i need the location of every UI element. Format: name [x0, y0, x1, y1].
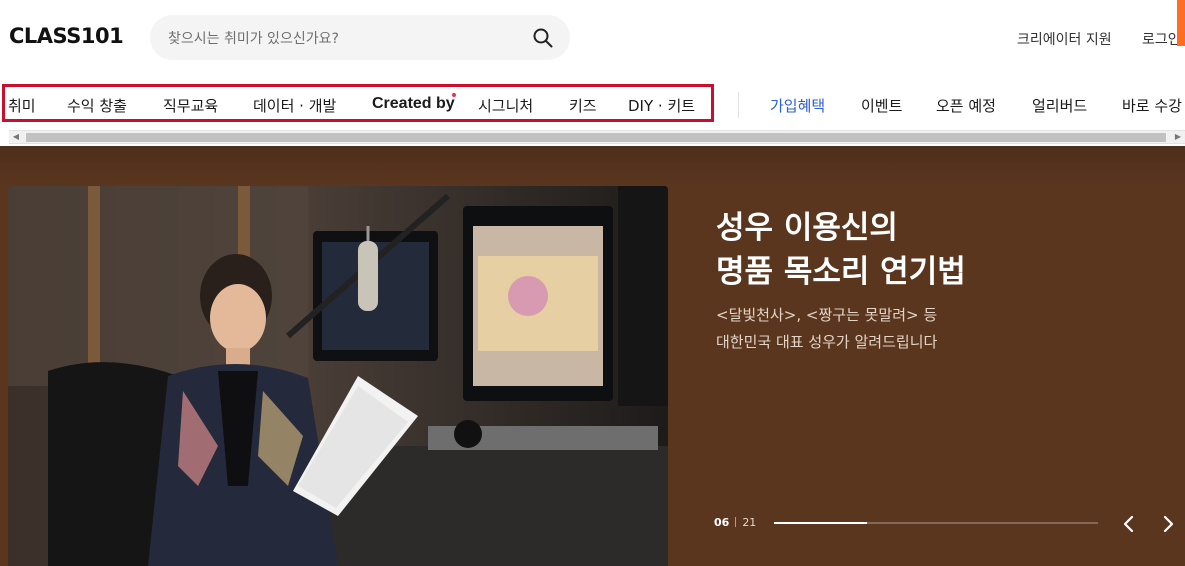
scroll-left-icon[interactable]: ◀: [9, 131, 23, 143]
header: CLASS101 찾으시는 취미가 있으신가요? 크리에이터 지원 로그인: [0, 0, 1185, 78]
hero-photo[interactable]: [8, 186, 668, 566]
banner-subtitle-line2: 대한민국 대표 성우가 알려드립니다: [716, 333, 938, 351]
nav-item-early-bird[interactable]: 얼리버드: [1032, 95, 1087, 116]
nav-item-coming-soon[interactable]: 오픈 예정: [936, 95, 996, 116]
nav-item-monetize[interactable]: 수익 창출: [67, 95, 127, 116]
slide-counter: 06 21: [714, 516, 756, 529]
new-badge-dot: [452, 93, 456, 97]
search-bar[interactable]: 찾으시는 취미가 있으신가요?: [150, 15, 570, 60]
logo[interactable]: CLASS101: [9, 24, 124, 48]
current-slide: 06: [714, 516, 730, 529]
search-input[interactable]: 찾으시는 취미가 있으신가요?: [168, 28, 339, 48]
nav-item-events[interactable]: 이벤트: [861, 95, 902, 116]
hero-banner[interactable]: 성우 이용신의 명품 목소리 연기법 <달빛천사>, <짱구는 못말려> 등 대…: [0, 146, 1185, 566]
scrollbar-thumb[interactable]: [26, 133, 1166, 142]
slide-progress: [774, 522, 1098, 524]
creator-support-link[interactable]: 크리에이터 지원: [1017, 29, 1112, 49]
studio-illustration: [8, 186, 668, 566]
banner-title-line2: 명품 목소리 연기법: [716, 254, 966, 290]
login-link[interactable]: 로그인: [1142, 29, 1181, 49]
nav-divider: [738, 92, 739, 118]
banner-top-shade: [0, 146, 1185, 186]
nav-item-signature[interactable]: 시그니처: [478, 95, 533, 116]
total-slides: 21: [742, 516, 757, 529]
nav-item-instant-enroll[interactable]: 바로 수강: [1122, 95, 1182, 116]
nav-item-created-by[interactable]: Created by: [372, 95, 455, 113]
nav-item-diy-kit[interactable]: DIY · 키트: [628, 95, 695, 116]
nav-item-hobby[interactable]: 취미: [8, 95, 36, 116]
horizontal-scrollbar[interactable]: ◀ ▶: [9, 130, 1185, 144]
next-slide-icon[interactable]: [1157, 512, 1179, 536]
nav-item-kids[interactable]: 키즈: [569, 95, 597, 116]
nav-item-job-training[interactable]: 직무교육: [163, 95, 218, 116]
search-icon[interactable]: [532, 27, 554, 49]
scroll-right-icon[interactable]: ▶: [1171, 131, 1185, 143]
banner-title-line1: 성우 이용신의: [716, 210, 898, 246]
nav-item-data-dev[interactable]: 데이터 · 개발: [253, 95, 336, 116]
banner-subtitle-line1: <달빛천사>, <짱구는 못말려> 등: [716, 306, 938, 324]
prev-slide-icon[interactable]: [1118, 512, 1140, 536]
slide-progress-fill: [774, 522, 867, 524]
nav-item-signup-benefits[interactable]: 가입혜택: [770, 95, 825, 116]
orange-accent-bar: [1177, 0, 1185, 46]
